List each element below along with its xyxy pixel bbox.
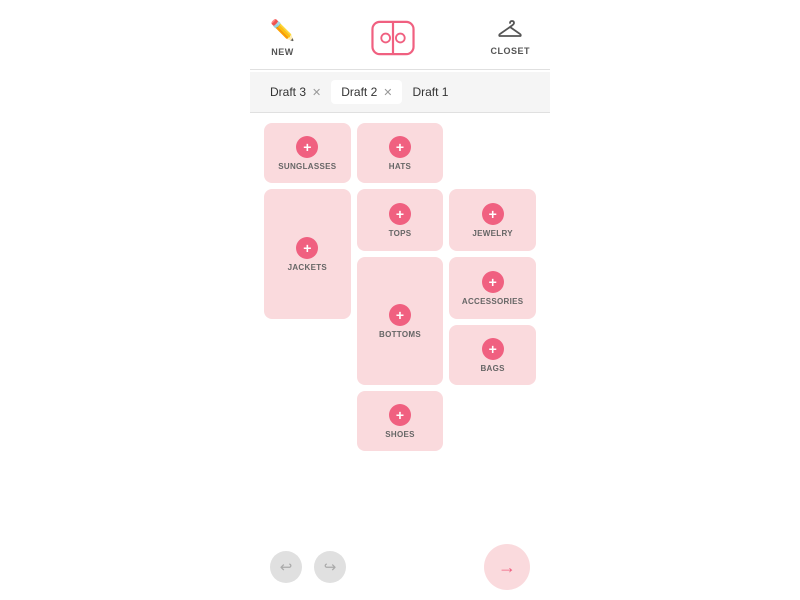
label-hats: HATS <box>389 162 411 171</box>
tile-tops[interactable]: + TOPS <box>357 189 444 251</box>
hanger-icon <box>498 20 522 42</box>
tile-sunglasses[interactable]: + SUNGLASSES <box>264 123 351 183</box>
redo-icon: ↪ <box>324 558 337 576</box>
tab-draft1-label: Draft 1 <box>412 85 448 99</box>
undo-button[interactable]: ↩ <box>270 551 302 583</box>
label-jackets: JACKETS <box>288 263 327 272</box>
logo-icon <box>371 20 415 56</box>
tab-draft3[interactable]: Draft 3 ✕ <box>260 80 331 104</box>
tile-jackets[interactable]: + JACKETS <box>264 189 351 319</box>
tab-draft3-label: Draft 3 <box>270 85 306 99</box>
plus-jackets[interactable]: + <box>296 237 318 259</box>
grid-area: + SUNGLASSES + HATS + JACKETS + TOPS + J… <box>250 113 550 534</box>
label-shoes: SHOES <box>385 430 415 439</box>
tabs-bar: Draft 3 ✕ Draft 2 ✕ Draft 1 <box>250 72 550 113</box>
undo-redo-group: ↩ ↪ <box>270 551 346 583</box>
tile-hats[interactable]: + HATS <box>357 123 444 183</box>
undo-icon: ↩ <box>280 558 293 576</box>
next-button[interactable]: → <box>484 544 530 590</box>
plus-bottoms[interactable]: + <box>389 304 411 326</box>
bottom-controls: ↩ ↪ → <box>250 534 550 600</box>
plus-hats[interactable]: + <box>389 136 411 158</box>
closet-label: CLOSET <box>490 46 530 56</box>
top-nav: ✏️ NEW CLOSET <box>250 0 550 69</box>
tile-jewelry[interactable]: + JEWELRY <box>449 189 536 251</box>
plus-accessories[interactable]: + <box>482 271 504 293</box>
divider <box>250 69 550 70</box>
plus-sunglasses[interactable]: + <box>296 136 318 158</box>
closet-nav-item[interactable]: CLOSET <box>490 20 530 56</box>
tile-shoes[interactable]: + SHOES <box>357 391 444 451</box>
tab-draft3-close[interactable]: ✕ <box>312 86 321 99</box>
tile-bottoms[interactable]: + BOTTOMS <box>357 257 444 385</box>
label-bags: BAGS <box>480 364 504 373</box>
tab-draft2[interactable]: Draft 2 ✕ <box>331 80 402 104</box>
label-sunglasses: SUNGLASSES <box>278 162 336 171</box>
plus-jewelry[interactable]: + <box>482 203 504 225</box>
new-label: NEW <box>271 47 294 57</box>
label-jewelry: JEWELRY <box>472 229 512 238</box>
category-grid: + SUNGLASSES + HATS + JACKETS + TOPS + J… <box>264 123 536 451</box>
next-icon: → <box>498 557 516 578</box>
logo-nav-item[interactable] <box>371 20 415 56</box>
label-tops: TOPS <box>389 229 412 238</box>
tile-accessories[interactable]: + ACCESSORIES <box>449 257 536 319</box>
new-nav-item[interactable]: ✏️ NEW <box>270 18 295 57</box>
plus-shoes[interactable]: + <box>389 404 411 426</box>
label-bottoms: BOTTOMS <box>379 330 421 339</box>
tile-bags[interactable]: + BAGS <box>449 325 536 385</box>
pencil-icon: ✏️ <box>270 18 295 43</box>
tab-draft2-label: Draft 2 <box>341 85 377 99</box>
label-accessories: ACCESSORIES <box>462 297 524 306</box>
app-container: ✏️ NEW CLOSET Draft 3 ✕ Draft 2 ✕ <box>250 0 550 600</box>
redo-button[interactable]: ↪ <box>314 551 346 583</box>
plus-tops[interactable]: + <box>389 203 411 225</box>
tab-draft2-close[interactable]: ✕ <box>383 86 392 99</box>
tab-draft1[interactable]: Draft 1 <box>402 80 458 104</box>
plus-bags[interactable]: + <box>482 338 504 360</box>
